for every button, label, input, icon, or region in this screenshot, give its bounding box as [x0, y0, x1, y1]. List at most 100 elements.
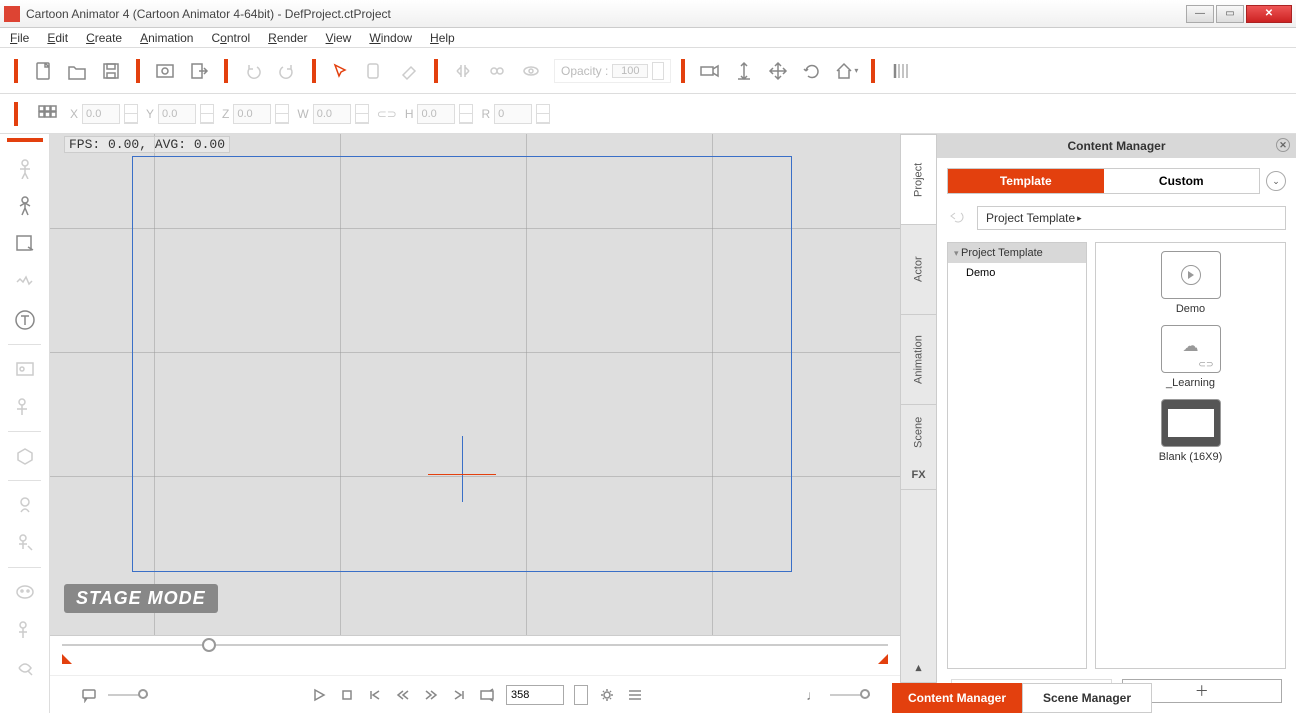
x-spinner[interactable]: [124, 104, 138, 124]
redo-icon[interactable]: [272, 56, 302, 86]
canvas[interactable]: FPS: 0.00, AVG: 0.00 STAGE MODE: [50, 134, 900, 635]
timeline-start-marker[interactable]: [62, 654, 72, 664]
h-input[interactable]: [417, 104, 455, 124]
thumb-blank[interactable]: Blank (16X9): [1136, 399, 1246, 463]
tool-c-icon[interactable]: [7, 487, 43, 523]
r-input[interactable]: [494, 104, 532, 124]
menu-window[interactable]: Window: [369, 31, 412, 45]
collapse-up-icon[interactable]: ▴: [901, 653, 936, 683]
export-icon[interactable]: [184, 56, 214, 86]
vtab-project[interactable]: Project: [901, 134, 936, 224]
y-spinner[interactable]: [200, 104, 214, 124]
close-button[interactable]: ✕: [1246, 5, 1292, 23]
menu-render[interactable]: Render: [268, 31, 307, 45]
minimize-button[interactable]: —: [1186, 5, 1214, 23]
tool-b-icon[interactable]: [7, 389, 43, 425]
menu-file[interactable]: File: [10, 31, 29, 45]
tool-3d-icon[interactable]: [7, 438, 43, 474]
timeline-strip[interactable]: [50, 635, 900, 675]
undo-icon[interactable]: [238, 56, 268, 86]
stop-icon[interactable]: [338, 686, 356, 704]
zoom-slider[interactable]: [108, 694, 148, 696]
w-spinner[interactable]: [355, 104, 369, 124]
close-panel-icon[interactable]: ✕: [1276, 138, 1290, 152]
scene-manager-tab[interactable]: Scene Manager: [1022, 683, 1152, 713]
opacity-input[interactable]: [612, 64, 648, 78]
thumb-demo[interactable]: Demo: [1136, 251, 1246, 315]
vtab-scene[interactable]: Scene: [901, 404, 936, 460]
menu-edit[interactable]: Edit: [47, 31, 68, 45]
new-file-icon[interactable]: [28, 56, 58, 86]
sprite-tool-icon[interactable]: [7, 226, 43, 262]
back-icon[interactable]: [947, 210, 969, 226]
text-tool-icon[interactable]: [7, 302, 43, 338]
tab-dropdown-icon[interactable]: ⌄: [1266, 171, 1286, 191]
h-spinner[interactable]: [459, 104, 473, 124]
onion-skin-icon[interactable]: [885, 56, 915, 86]
vtab-animation[interactable]: Animation: [901, 314, 936, 404]
menu-view[interactable]: View: [326, 31, 352, 45]
w-input[interactable]: [313, 104, 351, 124]
pan-vert-icon[interactable]: [729, 56, 759, 86]
content-manager-tab[interactable]: Content Manager: [892, 683, 1022, 713]
camera-icon[interactable]: [695, 56, 725, 86]
note-icon[interactable]: ♩: [806, 687, 820, 703]
y-input[interactable]: [158, 104, 196, 124]
chat-icon[interactable]: [80, 686, 98, 704]
timeline-end-marker[interactable]: [878, 654, 888, 664]
window-title: Cartoon Animator 4 (Cartoon Animator 4-6…: [26, 7, 1186, 21]
last-frame-icon[interactable]: [450, 686, 468, 704]
grid-icon[interactable]: [32, 99, 62, 129]
list-icon[interactable]: [626, 686, 644, 704]
home-icon[interactable]: ▾: [831, 56, 861, 86]
select-icon[interactable]: [326, 56, 356, 86]
next-frame-icon[interactable]: [422, 686, 440, 704]
menu-animation[interactable]: Animation: [140, 31, 193, 45]
z-spinner[interactable]: [275, 104, 289, 124]
tool-f-icon[interactable]: [7, 612, 43, 648]
first-frame-icon[interactable]: [366, 686, 384, 704]
rotate-icon[interactable]: [797, 56, 827, 86]
tree-item-demo[interactable]: Demo: [948, 263, 1086, 283]
link-wh-icon[interactable]: ⊂⊃: [377, 107, 397, 121]
vtab-fx[interactable]: FX: [901, 460, 936, 490]
flip-h-icon[interactable]: [448, 56, 478, 86]
layer-icon[interactable]: [360, 56, 390, 86]
z-input[interactable]: [233, 104, 271, 124]
r-spinner[interactable]: [536, 104, 550, 124]
link-icon[interactable]: [482, 56, 512, 86]
move-icon[interactable]: [763, 56, 793, 86]
menu-control[interactable]: Control: [211, 31, 250, 45]
tab-custom[interactable]: Custom: [1104, 169, 1260, 193]
breadcrumb-path[interactable]: Project Template▸: [977, 206, 1286, 230]
tool-e-icon[interactable]: [7, 574, 43, 610]
vtab-actor[interactable]: Actor: [901, 224, 936, 314]
tool-a-icon[interactable]: [7, 351, 43, 387]
opacity-spinner[interactable]: [652, 62, 664, 80]
tree-header[interactable]: Project Template: [948, 243, 1086, 263]
settings-icon[interactable]: [598, 686, 616, 704]
timeline-thumb[interactable]: [202, 638, 216, 652]
loop-icon[interactable]: [478, 686, 496, 704]
bone-tool-icon[interactable]: [7, 188, 43, 224]
frame-input[interactable]: [506, 685, 564, 705]
save-file-icon[interactable]: [96, 56, 126, 86]
thumb-learning[interactable]: ⊂⊃ _Learning: [1136, 325, 1246, 389]
play-icon[interactable]: [310, 686, 328, 704]
menu-create[interactable]: Create: [86, 31, 122, 45]
preview-icon[interactable]: [150, 56, 180, 86]
prev-frame-icon[interactable]: [394, 686, 412, 704]
actor-tool-icon[interactable]: [7, 150, 43, 186]
volume-slider[interactable]: [830, 694, 870, 696]
erase-icon[interactable]: [394, 56, 424, 86]
visibility-icon[interactable]: [516, 56, 546, 86]
open-file-icon[interactable]: [62, 56, 92, 86]
tab-template[interactable]: Template: [948, 169, 1104, 193]
maximize-button[interactable]: ▭: [1216, 5, 1244, 23]
audio-tool-icon[interactable]: [7, 264, 43, 300]
menu-help[interactable]: Help: [430, 31, 455, 45]
x-input[interactable]: [82, 104, 120, 124]
frame-spinner[interactable]: [574, 685, 588, 705]
tool-d-icon[interactable]: [7, 525, 43, 561]
tool-g-icon[interactable]: [7, 650, 43, 686]
